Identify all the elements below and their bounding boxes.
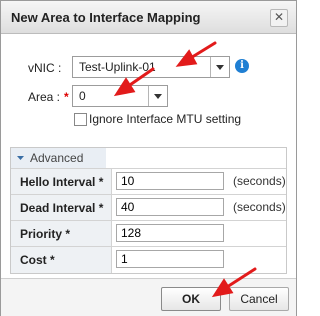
dead-interval-unit: (seconds) <box>233 200 286 214</box>
ignore-mtu-checkbox[interactable] <box>74 113 87 126</box>
hello-interval-input[interactable] <box>116 172 224 190</box>
cost-label: Cost * <box>20 253 55 267</box>
area-label: Area : <box>28 90 61 104</box>
required-marker: * <box>64 90 69 104</box>
vnic-select[interactable]: Test-Uplink-01 <box>72 56 230 78</box>
priority-row: Priority * <box>11 220 286 247</box>
cost-row: Cost * <box>11 246 286 273</box>
advanced-label: Advanced <box>30 151 84 165</box>
dialog: New Area to Interface Mapping ✕ vNIC : T… <box>0 0 297 316</box>
close-icon[interactable]: ✕ <box>270 9 288 27</box>
title-bar: New Area to Interface Mapping ✕ <box>1 1 296 34</box>
vnic-label: vNIC : <box>28 61 62 75</box>
priority-label: Priority * <box>20 227 71 241</box>
cancel-button[interactable]: Cancel <box>229 287 289 311</box>
ignore-mtu-label: Ignore Interface MTU setting <box>89 112 242 126</box>
priority-input[interactable] <box>116 224 224 242</box>
dead-interval-input[interactable] <box>116 198 224 216</box>
chevron-down-icon[interactable] <box>148 86 167 106</box>
chevron-down-icon[interactable] <box>210 57 229 77</box>
dialog-title: New Area to Interface Mapping <box>11 10 201 25</box>
advanced-toggle[interactable]: Advanced <box>11 148 106 169</box>
hello-interval-unit: (seconds) <box>233 174 286 188</box>
cost-input[interactable] <box>116 250 224 268</box>
triangle-down-icon <box>17 156 24 160</box>
hello-interval-label: Hello Interval * <box>20 175 104 189</box>
dead-interval-label: Dead Interval * <box>20 201 104 215</box>
ok-button[interactable]: OK <box>161 287 221 311</box>
area-select[interactable]: 0 <box>72 85 168 107</box>
dialog-footer: OK Cancel <box>1 278 296 316</box>
advanced-panel: Advanced Hello Interval * (seconds) Dead… <box>10 147 287 274</box>
vnic-value: Test-Uplink-01 <box>79 60 156 74</box>
hello-interval-row: Hello Interval * (seconds) <box>11 168 286 195</box>
info-icon[interactable]: i <box>235 59 249 73</box>
dead-interval-row: Dead Interval * (seconds) <box>11 194 286 221</box>
area-value: 0 <box>79 89 86 103</box>
